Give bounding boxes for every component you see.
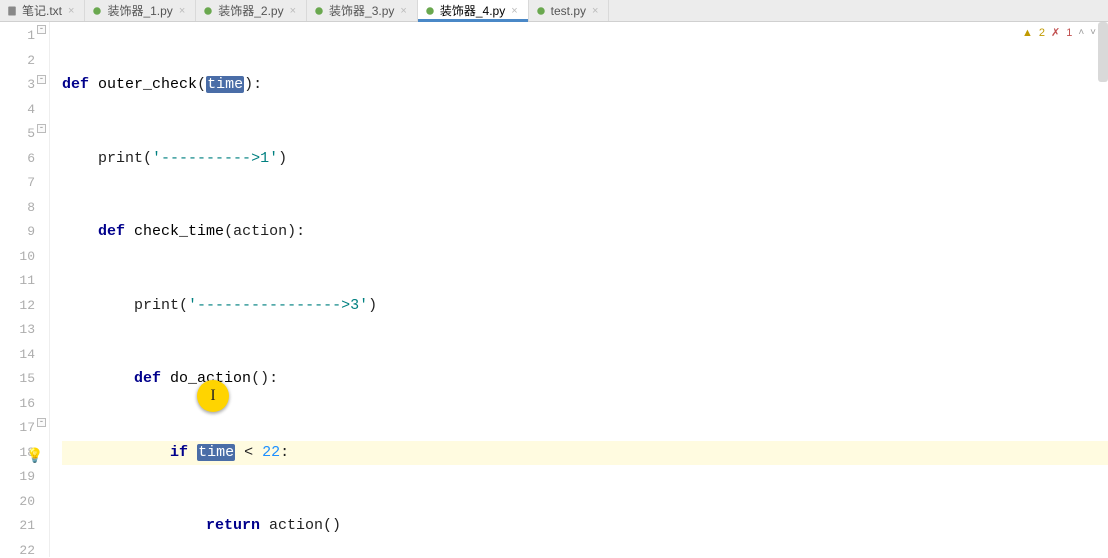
gutter: 1 2 3 4 5 6 7 8 9 10 11 12 13 14 15 16 1… [0,22,50,557]
code-line: def check_time(action): [62,220,1108,245]
tab-notes[interactable]: 笔记.txt × [0,0,85,21]
line-number: 4 [0,98,35,123]
selected-token: time [197,444,235,461]
tab-label: 装饰器_4.py [440,2,505,19]
line-number: 21 [0,514,35,539]
tab-label: 装饰器_3.py [329,2,394,19]
editor-area: 1 2 3 4 5 6 7 8 9 10 11 12 13 14 15 16 1… [0,22,1108,557]
line-number: 3 [0,73,35,98]
python-file-icon [202,5,214,17]
line-number: 9 [0,220,35,245]
line-number: 1 [0,24,35,49]
highlighted-occurrence: time [206,76,244,93]
tab-test[interactable]: test.py × [529,0,610,21]
code-line: def outer_check(time): [62,73,1108,98]
line-number: 8 [0,196,35,221]
line-number: 22 [0,539,35,558]
line-number: 5 [0,122,35,147]
python-file-icon [424,5,436,17]
line-number: 12 [0,294,35,319]
close-icon[interactable]: × [592,5,598,17]
close-icon[interactable]: × [290,5,296,17]
line-number: 20 [0,490,35,515]
python-file-icon [91,5,103,17]
tab-decorator-2[interactable]: 装饰器_2.py × [196,0,307,21]
fold-toggle[interactable]: - [37,75,46,84]
fold-toggle[interactable]: - [37,124,46,133]
tab-decorator-1[interactable]: 装饰器_1.py × [85,0,196,21]
tab-label: test.py [551,4,586,18]
text-caret-icon: I [210,384,215,409]
tab-label: 笔记.txt [22,2,62,19]
tab-label: 装饰器_2.py [218,2,283,19]
close-icon[interactable]: × [400,5,406,17]
line-number: 7 [0,171,35,196]
lightbulb-icon[interactable]: 💡 [26,445,43,470]
fold-toggle[interactable]: - [37,25,46,34]
close-icon[interactable]: × [68,5,74,17]
line-number: 15 [0,367,35,392]
line-number: 16 [0,392,35,417]
python-file-icon [535,5,547,17]
close-icon[interactable]: × [179,5,185,17]
line-number: 10 [0,245,35,270]
tab-label: 装饰器_1.py [107,2,172,19]
code-area[interactable]: def outer_check(time): print('----------… [50,22,1108,557]
code-line: 💡 if time < 22: [62,441,1108,466]
text-file-icon [6,5,18,17]
cursor-highlight: I [197,380,229,412]
code-line: print('---------------->3') [62,294,1108,319]
line-number: 17 [0,416,35,441]
line-number: 6 [0,147,35,172]
tab-decorator-4[interactable]: 装饰器_4.py × [418,0,529,21]
tab-decorator-3[interactable]: 装饰器_3.py × [307,0,418,21]
python-file-icon [313,5,325,17]
close-icon[interactable]: × [511,5,517,17]
code-line: print('---------->1') [62,147,1108,172]
line-number: 13 [0,318,35,343]
line-number: 2 [0,49,35,74]
code-line: return action() [62,514,1108,539]
editor-tabs: 笔记.txt × 装饰器_1.py × 装饰器_2.py × 装饰器_3.py … [0,0,1108,22]
fold-toggle[interactable]: - [37,418,46,427]
line-number: 14 [0,343,35,368]
line-number: 11 [0,269,35,294]
